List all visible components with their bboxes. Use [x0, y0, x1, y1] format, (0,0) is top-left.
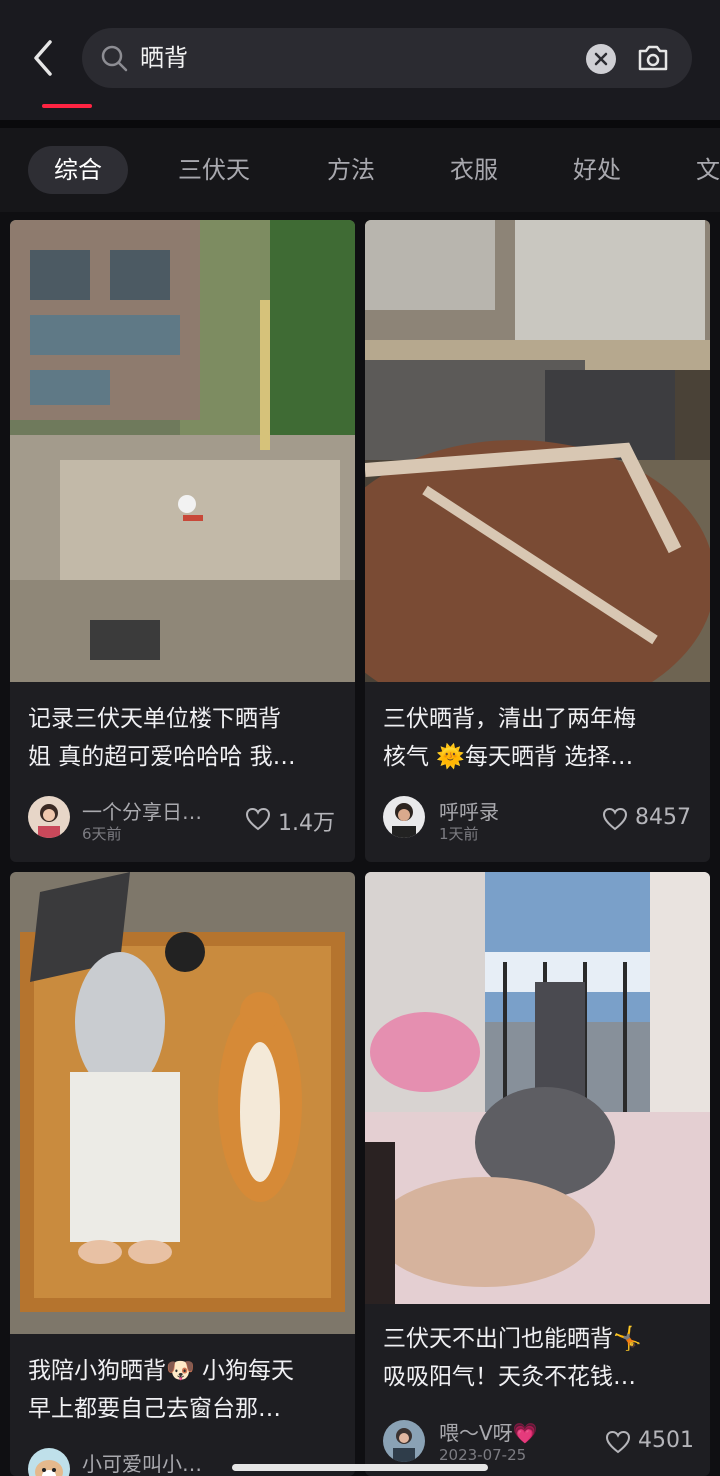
- like-count: 4501: [638, 1428, 694, 1453]
- tab-benefits[interactable]: 好处: [573, 146, 621, 194]
- filter-tabs: 综合 三伏天 方法 衣服 好处 文: [0, 128, 720, 212]
- tab-sanfu[interactable]: 三伏天: [178, 146, 250, 194]
- author-name[interactable]: 小可爱叫小…: [82, 1448, 202, 1476]
- note-image: [365, 872, 710, 1304]
- author-name[interactable]: 呼呼录: [439, 796, 499, 825]
- like-count: 1.4万: [278, 811, 335, 836]
- divider: [0, 120, 720, 128]
- camera-icon: [638, 45, 668, 71]
- clear-button[interactable]: [586, 44, 616, 74]
- like-count: 8457: [635, 805, 691, 830]
- top-bar: 晒背: [0, 0, 720, 120]
- tab-all[interactable]: 综合: [28, 146, 128, 194]
- note-card[interactable]: 三伏天不出门也能晒背🤸 吸吸阳气！天灸不花钱… 喂～V呀💗 2023-07-25…: [365, 872, 710, 1476]
- search-input[interactable]: 晒背: [140, 28, 188, 88]
- post-time: 6天前: [82, 825, 122, 843]
- note-image: [365, 220, 710, 682]
- post-time: 2023-07-25: [439, 1446, 527, 1464]
- avatar[interactable]: [383, 796, 425, 838]
- active-indicator: [42, 104, 92, 108]
- note-card[interactable]: 我陪小狗晒背🐶 小狗每天 早上都要自己去窗台那… 小可爱叫小…: [10, 872, 355, 1476]
- clear-icon: [594, 52, 608, 66]
- heart-icon[interactable]: [605, 1430, 631, 1454]
- note-title: 我陪小狗晒背🐶 小狗每天 早上都要自己去窗台那…: [28, 1358, 294, 1422]
- search-icon: [101, 45, 128, 72]
- back-button[interactable]: [28, 38, 60, 78]
- note-title: 三伏晒背，清出了两年梅 核气 🌞每天晒背 选择…: [383, 706, 636, 770]
- avatar[interactable]: [28, 1448, 70, 1476]
- note-image: [10, 872, 355, 1334]
- image-search-button[interactable]: [636, 42, 670, 74]
- tab-method[interactable]: 方法: [327, 146, 375, 194]
- author-name[interactable]: 一个分享日…: [82, 796, 202, 825]
- chevron-left-icon: [34, 40, 52, 76]
- heart-icon[interactable]: [245, 807, 271, 831]
- heart-icon[interactable]: [602, 807, 628, 831]
- tab-more[interactable]: 文: [696, 146, 720, 194]
- post-time: 1天前: [439, 825, 479, 843]
- avatar[interactable]: [383, 1420, 425, 1462]
- note-title: 记录三伏天单位楼下晒背 姐 真的超可爱哈哈哈 我…: [28, 706, 296, 770]
- author-name[interactable]: 喂～V呀💗: [439, 1417, 538, 1446]
- note-title: 三伏天不出门也能晒背🤸 吸吸阳气！天灸不花钱…: [383, 1326, 642, 1390]
- note-card[interactable]: 记录三伏天单位楼下晒背 姐 真的超可爱哈哈哈 我… 一个分享日… 6天前 1.4…: [10, 220, 355, 862]
- avatar[interactable]: [28, 796, 70, 838]
- search-box[interactable]: 晒背: [82, 28, 692, 88]
- tab-clothes[interactable]: 衣服: [450, 146, 498, 194]
- note-card[interactable]: 三伏晒背，清出了两年梅 核气 🌞每天晒背 选择… 呼呼录 1天前 8457: [365, 220, 710, 862]
- home-indicator[interactable]: [232, 1464, 488, 1471]
- note-image: [10, 220, 355, 682]
